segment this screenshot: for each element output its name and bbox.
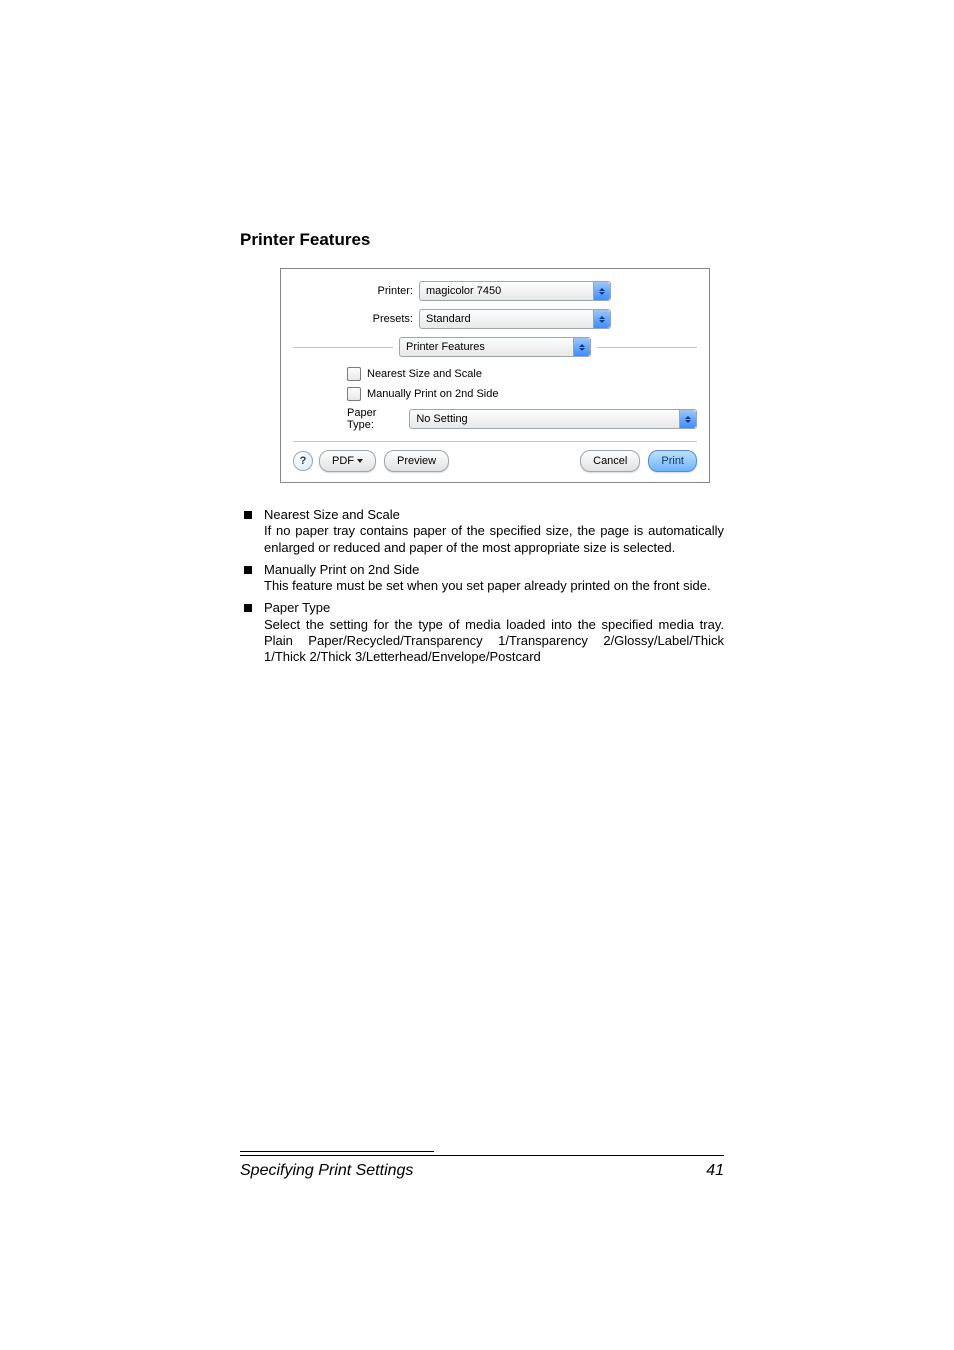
paper-type-row: Paper Type: No Setting bbox=[347, 407, 697, 431]
presets-value: Standard bbox=[420, 310, 477, 328]
print-button[interactable]: Print bbox=[648, 450, 697, 472]
presets-label: Presets: bbox=[293, 313, 419, 325]
help-button[interactable]: ? bbox=[293, 451, 313, 471]
manual-2nd-side-row: Manually Print on 2nd Side bbox=[347, 387, 697, 401]
manual-2nd-side-checkbox[interactable] bbox=[347, 387, 361, 401]
chevron-updown-icon bbox=[679, 410, 696, 428]
section-heading: Printer Features bbox=[240, 230, 724, 250]
pdf-button[interactable]: PDF bbox=[319, 450, 376, 472]
section-value: Printer Features bbox=[400, 338, 491, 356]
nearest-size-label: Nearest Size and Scale bbox=[367, 368, 482, 380]
nearest-size-checkbox[interactable] bbox=[347, 367, 361, 381]
feature-desc: If no paper tray contains paper of the s… bbox=[264, 523, 724, 556]
preview-button[interactable]: Preview bbox=[384, 450, 449, 472]
printer-row: Printer: magicolor 7450 bbox=[293, 281, 697, 301]
section-selector-row: Printer Features bbox=[293, 337, 697, 357]
presets-row: Presets: Standard bbox=[293, 309, 697, 329]
list-item: Nearest Size and Scale If no paper tray … bbox=[240, 507, 724, 556]
chevron-updown-icon bbox=[573, 338, 590, 356]
dialog-button-row: ? PDF Preview Cancel Print bbox=[293, 450, 697, 472]
list-item: Manually Print on 2nd Side This feature … bbox=[240, 562, 724, 595]
nearest-size-row: Nearest Size and Scale bbox=[347, 367, 697, 381]
page-footer: Specifying Print Settings 41 bbox=[240, 1151, 724, 1180]
paper-type-label: Paper Type: bbox=[347, 407, 403, 431]
list-item: Paper Type Select the setting for the ty… bbox=[240, 600, 724, 665]
manual-2nd-side-label: Manually Print on 2nd Side bbox=[367, 388, 498, 400]
feature-title: Nearest Size and Scale bbox=[264, 507, 724, 523]
feature-desc: This feature must be set when you set pa… bbox=[264, 578, 724, 594]
paper-type-select[interactable]: No Setting bbox=[409, 409, 697, 429]
printer-value: magicolor 7450 bbox=[420, 282, 507, 300]
footer-page-number: 41 bbox=[706, 1162, 724, 1180]
cancel-button[interactable]: Cancel bbox=[580, 450, 640, 472]
printer-label: Printer: bbox=[293, 285, 419, 297]
printer-select[interactable]: magicolor 7450 bbox=[419, 281, 611, 301]
feature-list: Nearest Size and Scale If no paper tray … bbox=[240, 507, 724, 665]
feature-title: Paper Type bbox=[264, 600, 724, 616]
footer-rule bbox=[240, 1151, 434, 1152]
print-dialog: Printer: magicolor 7450 Presets: Standar… bbox=[280, 268, 710, 483]
dialog-separator bbox=[293, 441, 697, 442]
section-select[interactable]: Printer Features bbox=[399, 337, 591, 357]
footer-title: Specifying Print Settings bbox=[240, 1162, 413, 1180]
footer-rule bbox=[240, 1155, 724, 1156]
pdf-button-label: PDF bbox=[332, 455, 354, 467]
chevron-updown-icon bbox=[593, 310, 610, 328]
presets-select[interactable]: Standard bbox=[419, 309, 611, 329]
paper-type-value: No Setting bbox=[410, 410, 473, 428]
chevron-down-icon bbox=[357, 459, 363, 463]
chevron-updown-icon bbox=[593, 282, 610, 300]
feature-desc: Select the setting for the type of media… bbox=[264, 617, 724, 666]
feature-title: Manually Print on 2nd Side bbox=[264, 562, 724, 578]
